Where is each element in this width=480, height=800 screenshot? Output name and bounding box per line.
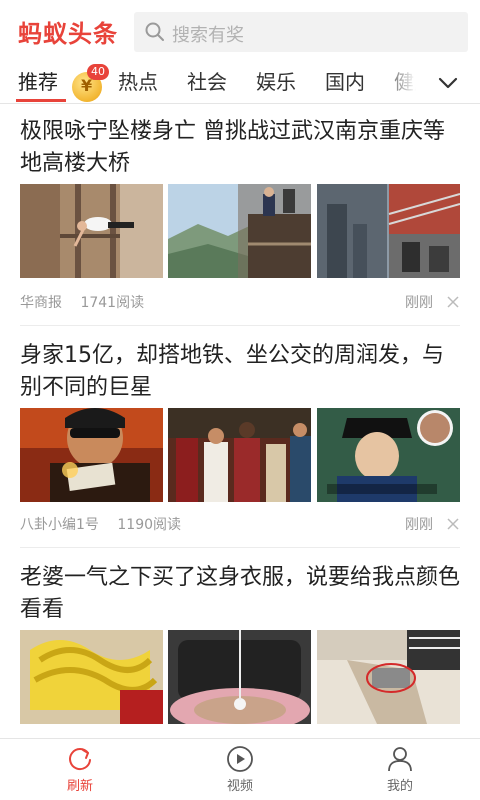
user-icon	[388, 747, 412, 772]
news-title[interactable]: 极限咏宁坠楼身亡 曾挑战过武汉南京重庆等地高楼大桥	[20, 116, 465, 180]
bottom-navigation: 刷新 视频 我的	[0, 738, 480, 800]
news-title[interactable]: 身家15亿，却搭地铁、坐公交的周润发，与别不同的巨星	[20, 340, 465, 404]
news-read-count: 1190阅读	[117, 517, 182, 533]
nav-label: 我的	[386, 779, 413, 794]
news-image[interactable]	[317, 630, 460, 724]
play-icon	[227, 746, 253, 772]
news-image[interactable]	[168, 408, 311, 502]
nav-label: 刷新	[66, 779, 93, 794]
news-meta: 八卦小编1号 1190阅读	[20, 514, 181, 534]
news-thumbnails[interactable]	[20, 408, 460, 502]
category-tabs: 推荐 ¥ 40 热点 社会 娱乐 国内 健康	[0, 64, 480, 104]
search-bar[interactable]: 搜索有奖	[134, 12, 468, 52]
nav-label: 视频	[226, 779, 253, 794]
news-thumbnails[interactable]	[20, 184, 460, 278]
close-icon[interactable]	[446, 295, 460, 309]
app-logo: 蚂蚁头条	[18, 20, 118, 48]
news-time: 刚刚	[405, 295, 433, 311]
news-meta: 华商报 1741阅读	[20, 292, 144, 312]
news-image[interactable]	[20, 184, 163, 278]
news-image[interactable]	[20, 630, 163, 724]
refresh-icon	[69, 748, 91, 771]
nav-video[interactable]: 视频	[210, 745, 270, 797]
news-thumbnails[interactable]	[20, 630, 460, 724]
news-image[interactable]	[317, 408, 460, 502]
tab-recommend[interactable]: 推荐	[18, 66, 58, 95]
nav-refresh[interactable]: 刷新	[50, 745, 110, 797]
tabs-fade	[380, 64, 416, 104]
tab-society[interactable]: 社会	[187, 66, 227, 95]
news-image[interactable]	[317, 184, 460, 278]
close-icon[interactable]	[446, 517, 460, 531]
tab-domestic[interactable]: 国内	[325, 66, 365, 95]
app-header: 蚂蚁头条 搜索有奖	[0, 0, 480, 64]
news-image[interactable]	[20, 408, 163, 502]
active-tab-indicator	[16, 99, 66, 102]
chevron-down-icon[interactable]	[428, 68, 468, 100]
news-image[interactable]	[168, 630, 311, 724]
coin-badge: 40	[87, 64, 109, 80]
news-read-count: 1741阅读	[80, 295, 145, 311]
news-source: 华商报	[20, 295, 62, 311]
tab-entertainment[interactable]: 娱乐	[256, 66, 296, 95]
news-image[interactable]	[168, 184, 311, 278]
news-item[interactable]: 极限咏宁坠楼身亡 曾挑战过武汉南京重庆等地高楼大桥 华商报 1741阅读 刚刚	[0, 104, 480, 326]
search-placeholder: 搜索有奖	[172, 25, 244, 46]
news-time: 刚刚	[405, 517, 433, 533]
tab-hot[interactable]: 热点	[118, 66, 158, 95]
news-item[interactable]: 身家15亿，却搭地铁、坐公交的周润发，与别不同的巨星 八卦小编1号 1190阅读…	[0, 326, 480, 548]
news-title[interactable]: 老婆一气之下买了这身衣服，说要给我点颜色看看	[20, 562, 465, 626]
news-source: 八卦小编1号	[20, 517, 99, 533]
news-item[interactable]: 老婆一气之下买了这身衣服，说要给我点颜色看看	[0, 548, 480, 738]
nav-me[interactable]: 我的	[370, 745, 430, 797]
search-icon	[145, 22, 164, 41]
